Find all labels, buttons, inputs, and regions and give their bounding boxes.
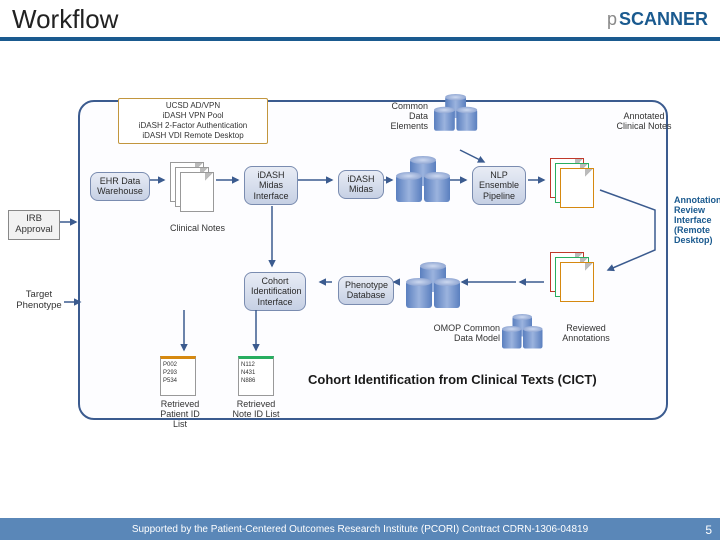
patient-id-card: P002 P293 P534 [160,356,196,396]
page-title: Workflow [12,4,118,35]
label-irb: IRB Approval [8,210,60,240]
label-annotation-review: Annotation Review Interface (Remote Desk… [674,196,720,245]
label-omop: OMOP Common Data Model [420,324,500,344]
cict-title: Cohort Identification from Clinical Text… [308,372,597,387]
diagram-canvas: UCSD AD/VPN iDASH VPN Pool iDASH 2-Facto… [0,50,720,514]
label-annotated-notes: Annotated Clinical Notes [616,112,672,132]
label-clinical-notes: Clinical Notes [170,224,225,234]
node-midas: iDASH Midas [338,170,384,199]
node-midas-interface: iDASH Midas Interface [244,166,298,205]
logo: p SCANNER [607,9,708,30]
footer: Supported by the Patient-Centered Outcom… [0,518,720,540]
auth-box: UCSD AD/VPN iDASH VPN Pool iDASH 2-Facto… [118,98,268,144]
label-reviewed-annotations: Reviewed Annotations [558,324,614,344]
header: Workflow p SCANNER [0,0,720,41]
node-nlp: NLP Ensemble Pipeline [472,166,526,205]
node-ehr: EHR Data Warehouse [90,172,150,201]
label-retr-notes: Retrieved Note ID List [228,400,284,420]
node-phenotype-db: Phenotype Database [338,276,394,305]
workflow-enclosure: UCSD AD/VPN iDASH VPN Pool iDASH 2-Facto… [78,100,668,420]
label-target-phenotype: Target Phenotype [12,290,66,312]
label-retr-patients: Retrieved Patient ID List [152,400,208,430]
page-number: 5 [705,523,712,537]
node-cohort-interface: Cohort Identification Interface [244,272,306,311]
note-id-card: N112 N431 N886 [238,356,274,396]
label-cde: Common Data Elements [378,102,428,132]
